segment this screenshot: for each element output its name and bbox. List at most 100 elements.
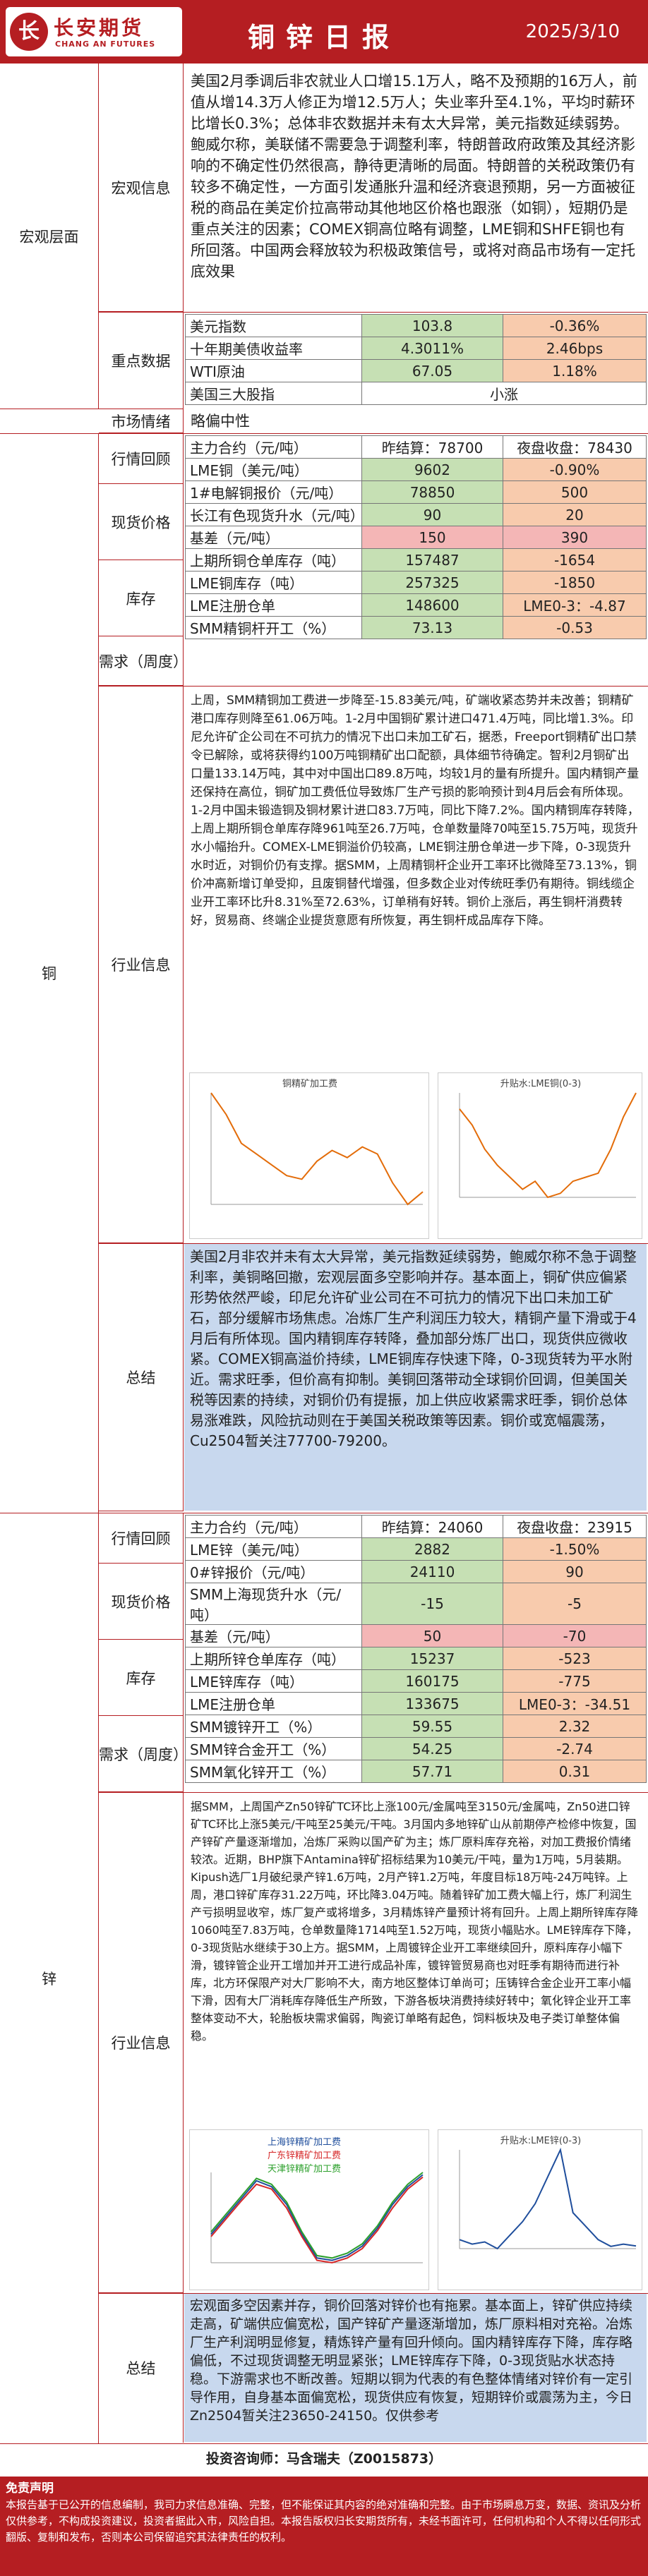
row-name: SMM镀锌开工（%） <box>185 1715 362 1738</box>
row-change: 20 <box>503 503 647 526</box>
legend-entry: 广东锌精矿加工费 <box>268 2151 342 2161</box>
row-value: 73.13 <box>361 616 503 639</box>
zinc-quote-label: 行情回顾 <box>99 1513 184 1564</box>
key-value: 103.8 <box>361 314 503 337</box>
zinc-summary: 宏观面多空因素并存，铜价回落对锌价也有拖累。基本面上，锌矿供应持续走高，矿端供应… <box>184 2294 647 2442</box>
table-row: SMM锌合金开工（%） 54.25 -2.74 <box>185 1737 647 1760</box>
disclaimer-box: 免责声明 本报告基于已公开的信息编制，我司力求信息准确、完整，但不能保证其内容的… <box>0 2477 648 2576</box>
chart-title: 铜精矿加工费 <box>282 1079 337 1089</box>
row-name: 长江有色现货升水（元/吨） <box>185 503 364 526</box>
copper-lme-spread-chart <box>459 1092 637 1199</box>
row-value: 昨结算：24060 <box>361 1515 503 1538</box>
key-change: 2.46bps <box>503 337 647 360</box>
row-value: 24110 <box>361 1560 503 1583</box>
row-value: 2882 <box>361 1537 503 1561</box>
sentiment-value: 略偏中性 <box>191 413 250 430</box>
table-row: 上期所锌仓单库存（吨） 15237 -523 <box>185 1647 647 1670</box>
table-row: 基差（元/吨） 150 390 <box>185 526 647 549</box>
row-change: 夜盘收盘：78430 <box>503 435 647 459</box>
row-change: -0.53 <box>503 616 647 639</box>
row-name: LME锌库存（吨） <box>185 1669 362 1693</box>
key-change: 1.18% <box>503 359 647 382</box>
copper-chart-2: 升贴水:LME铜(0-3) <box>438 1072 642 1239</box>
row-change: -775 <box>503 1669 647 1693</box>
row-change: -523 <box>503 1647 647 1670</box>
row-change: 90 <box>503 1560 647 1583</box>
row-change: LME0-3：-34.51 <box>503 1692 647 1715</box>
zinc-spot-label: 现货价格 <box>99 1564 184 1640</box>
row-change: -1654 <box>503 548 647 572</box>
zinc-chart-1: 上海锌精矿加工费 广东锌精矿加工费 天津锌精矿加工费 <box>189 2129 429 2290</box>
table-row: LME锌库存（吨） 160175 -775 <box>185 1669 647 1693</box>
table-row: LME铜库存（吨） 257325 -1850 <box>185 571 647 594</box>
copper-commentary: 上周，SMM精铜加工费进一步降至-15.83美元/吨，矿端收紧态势并未改善；铜精… <box>191 694 640 928</box>
zinc-summary-label: 总结 <box>99 2293 184 2443</box>
macro-key-table: 美元指数 103.8 -0.36% 十年期美债收益率 4.3011% 2.46b… <box>185 314 647 405</box>
row-change: -1850 <box>503 571 647 594</box>
row-name: 基差（元/吨） <box>185 1624 362 1647</box>
series-line <box>459 2147 637 2250</box>
row-name: LME注册仓单 <box>185 1692 362 1715</box>
chart-title: 升贴水:LME锌(0-3) <box>500 2136 582 2146</box>
row-value: 257325 <box>361 571 503 594</box>
series-line <box>210 2176 424 2264</box>
copper-chart-1: 铜精矿加工费 <box>189 1072 429 1239</box>
row-name: SMM上海现货升水（元/吨） <box>185 1583 362 1625</box>
row-value: 57.71 <box>361 1760 503 1783</box>
table-row: 1#电解铜报价（元/吨） 78850 500 <box>185 480 647 504</box>
row-value: 50 <box>361 1624 503 1647</box>
table-row: 美元指数 103.8 -0.36% <box>185 314 647 337</box>
copper-summary: 美国2月非农并未有太大异常，美元指数延续弱势，鲍威尔称不急于调整利率，美铜略回撤… <box>184 1244 647 1511</box>
row-name: 基差（元/吨） <box>185 526 362 549</box>
row-value: 78850 <box>361 480 503 504</box>
row-change: 0.31 <box>503 1760 647 1783</box>
row-name: LME铜库存（吨） <box>185 571 362 594</box>
row-change: 2.32 <box>503 1715 647 1738</box>
report-date: 2025/3/10 <box>525 21 620 42</box>
table-row: LME铜（美元/吨） 9602 -0.90% <box>185 458 647 481</box>
zinc-table: 主力合约（元/吨） 昨结算：24060 夜盘收盘：23915 LME锌（美元/吨） 2… <box>185 1515 647 1783</box>
key-name: 十年期美债收益率 <box>185 337 362 360</box>
copper-quote-label: 行情回顾 <box>99 433 184 484</box>
disclaimer-title: 免责声明 <box>6 2481 54 2496</box>
row-value: 133675 <box>361 1692 503 1715</box>
copper-section-label: 铜 <box>0 433 99 1513</box>
macro-info-label: 宏观信息 <box>99 64 184 312</box>
row-name: SMM精铜杆开工（%） <box>185 616 362 639</box>
table-row: 长江有色现货升水（元/吨） 90 20 <box>185 503 647 526</box>
table-row: 美国三大股指 小涨 <box>185 382 647 405</box>
table-row: SMM精铜杆开工（%） 73.13 -0.53 <box>185 616 647 639</box>
row-value: 59.55 <box>361 1715 503 1738</box>
row-value: 9602 <box>361 458 503 481</box>
table-row: LME注册仓单 148600 LME0-3：-4.87 <box>185 593 647 617</box>
row-change: 390 <box>503 526 647 549</box>
legend-entry: 天津锌精矿加工费 <box>268 2164 342 2175</box>
row-name: 上期所锌仓单库存（吨） <box>185 1647 362 1670</box>
table-row: LME锌（美元/吨） 2882 -1.50% <box>185 1537 647 1561</box>
key-value: 67.05 <box>361 359 503 382</box>
row-name: LME铜（美元/吨） <box>185 458 362 481</box>
row-value: 150 <box>361 526 503 549</box>
zinc-chart-2: 升贴水:LME锌(0-3) <box>438 2129 642 2290</box>
row-change: -70 <box>503 1624 647 1647</box>
row-name: 1#电解铜报价（元/吨） <box>185 480 362 504</box>
row-change: -2.74 <box>503 1737 647 1760</box>
row-name: 主力合约（元/吨） <box>185 435 362 459</box>
table-row: 十年期美债收益率 4.3011% 2.46bps <box>185 337 647 360</box>
key-name: WTI原油 <box>185 359 362 382</box>
copper-stock-label: 库存 <box>99 560 184 636</box>
table-row: 上期所铜仓单库存（吨） 157487 -1654 <box>185 548 647 572</box>
copper-spot-label: 现货价格 <box>99 484 184 560</box>
table-row: SMM氧化锌开工（%） 57.71 0.31 <box>185 1760 647 1783</box>
table-row: SMM镀锌开工（%） 59.55 2.32 <box>185 1715 647 1738</box>
key-value: 4.3011% <box>361 337 503 360</box>
zinc-industry-label: 行业信息 <box>99 1792 184 2293</box>
row-change: 500 <box>503 480 647 504</box>
key-name: 美元指数 <box>185 314 362 337</box>
row-change: -0.90% <box>503 458 647 481</box>
key-name: 美国三大股指 <box>185 382 362 405</box>
copper-summary-label: 总结 <box>99 1243 184 1511</box>
key-change: -0.36% <box>503 314 647 337</box>
table-row: 基差（元/吨） 50 -70 <box>185 1624 647 1647</box>
macro-key-label: 重点数据 <box>99 312 184 409</box>
